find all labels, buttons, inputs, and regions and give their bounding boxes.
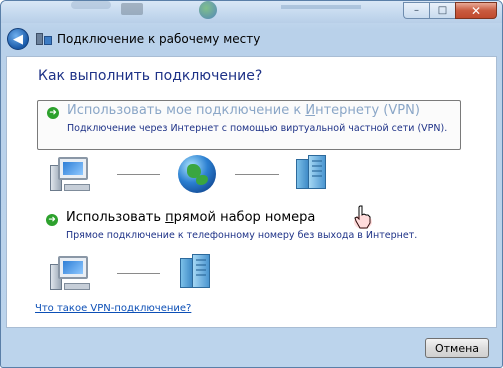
- option-description: Подключение через Интернет с помощью вир…: [67, 123, 448, 134]
- option-description: Прямое подключение к телефонному номеру …: [66, 230, 418, 241]
- title-bar: – □ ✕: [1, 1, 502, 23]
- network-wizard-icon: [36, 31, 52, 47]
- option-title: Использовать мое подключение к Интернету…: [67, 103, 420, 118]
- computer-icon: [50, 155, 98, 195]
- page-heading: Как выполнить подключение?: [38, 68, 263, 84]
- connection-line: [235, 174, 279, 175]
- back-button[interactable]: ◀: [7, 28, 29, 50]
- option-direct-dial[interactable]: ➜ Использовать прямой набор номера Прямо…: [37, 210, 461, 241]
- back-arrow-icon: ◀: [13, 31, 23, 47]
- option-use-internet-vpn[interactable]: ➜ Использовать мое подключение к Интерне…: [37, 100, 461, 150]
- close-button[interactable]: ✕: [455, 2, 497, 19]
- workplace-server-icon: [178, 254, 214, 290]
- connection-line: [117, 174, 160, 175]
- maximize-button[interactable]: □: [429, 2, 455, 19]
- cancel-button[interactable]: Отмена: [425, 338, 489, 358]
- background-ghost: [71, 1, 111, 9]
- option-title: Использовать прямой набор номера: [66, 210, 316, 225]
- wizard-window: – □ ✕ ◀ Подключение к рабочему месту Как…: [0, 0, 503, 368]
- background-ghost: [121, 3, 143, 15]
- connection-line: [117, 273, 160, 274]
- window-controls: – □ ✕: [403, 2, 497, 19]
- green-arrow-icon: ➜: [46, 214, 58, 226]
- window-title: Подключение к рабочему месту: [57, 32, 261, 46]
- hand-pointer-icon: [354, 205, 372, 229]
- internet-globe-icon: [178, 155, 216, 193]
- minimize-button[interactable]: –: [403, 2, 429, 19]
- background-ghost: [199, 1, 217, 19]
- nav-row: ◀ Подключение к рабочему месту: [7, 28, 260, 50]
- workplace-server-icon: [294, 155, 330, 191]
- green-arrow-icon: ➜: [47, 107, 59, 119]
- computer-icon: [50, 254, 98, 294]
- help-link-vpn[interactable]: Что такое VPN-подключение?: [35, 303, 191, 314]
- wizard-content: Как выполнить подключение? ➜ Использоват…: [6, 56, 497, 328]
- background-ghost: [281, 5, 361, 9]
